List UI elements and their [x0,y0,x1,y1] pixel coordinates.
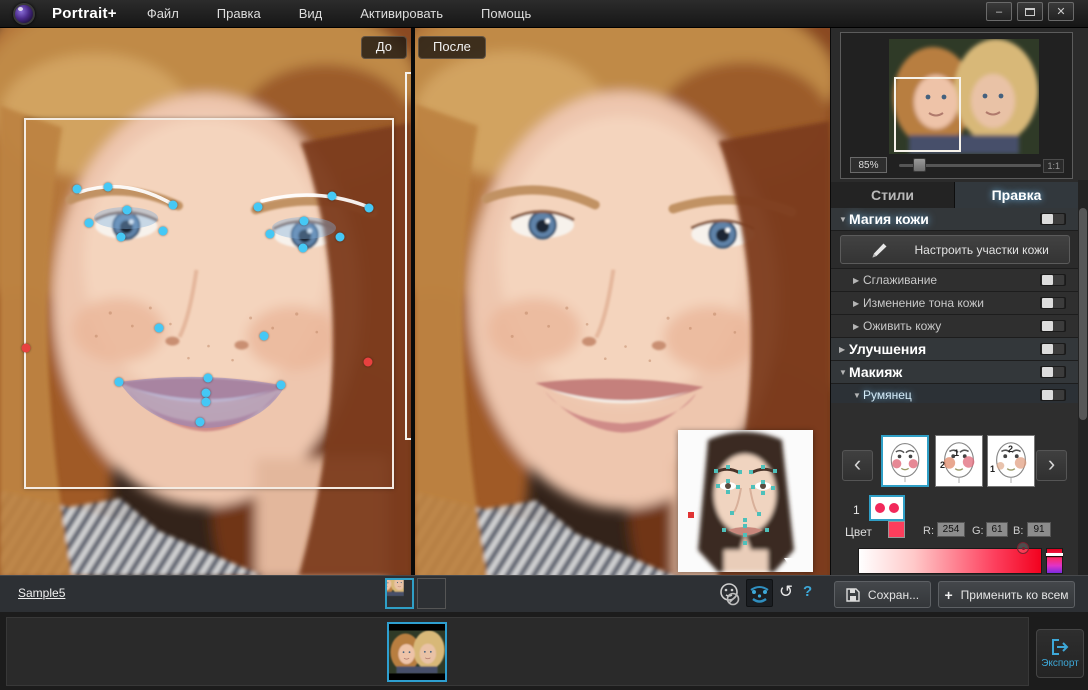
ratio-1-1-button[interactable]: 1:1 [1043,159,1064,173]
filename-link[interactable]: Sample5 [18,586,65,600]
adjust-skin-row: Настроить участки кожи [831,231,1078,269]
filmstrip-track [6,617,1029,686]
chevron-down-icon: ▼ [839,368,849,377]
export-icon [1050,638,1070,656]
window-controls: – ✕ [986,2,1074,21]
tab-edit[interactable]: Правка [955,182,1078,208]
after-panel[interactable]: После [415,28,830,575]
face-thumbnail-1[interactable] [385,578,414,609]
zoom-slider[interactable] [899,164,1041,167]
b-label: B: [1013,525,1023,537]
save-icon [846,588,860,602]
hue-strip[interactable] [1046,548,1063,574]
chevron-right-icon: ▶ [853,276,863,285]
before-badge: До [361,36,407,59]
reset-icon[interactable]: ↺ [779,582,793,602]
brush-icon [871,241,889,259]
minimize-icon: – [996,6,1002,18]
hue-marker[interactable] [1046,553,1063,556]
revive-skin-toggle[interactable] [1040,320,1066,332]
carousel-next-button[interactable]: › [1036,450,1067,481]
b-value-field[interactable]: 91 [1027,522,1051,537]
hide-landmarks-icon[interactable] [717,581,743,607]
blush-pattern-swatch[interactable] [869,495,905,521]
save-button[interactable]: Сохран... [834,581,931,608]
saturation-gradient-bar[interactable] [858,548,1042,574]
blush-style-1-preview [883,437,927,485]
blush-toggle[interactable] [1040,389,1066,401]
r-label: R: [923,525,934,537]
sidebar-scrollbar-thumb[interactable] [1079,208,1087,420]
canvas-area: До После [0,28,830,575]
sidebar-tabs: Стили Правка [831,182,1078,208]
blush-style-3[interactable]: 2 1 [987,435,1035,487]
makeup-guide-overlay[interactable] [678,430,813,572]
close-icon: ✕ [1056,5,1065,18]
navigator-panel: 85% 1:1 [840,32,1073,179]
face-thumbnail-2[interactable] [417,578,446,609]
filmstrip-bar: Экспорт [0,612,1088,690]
chevron-right-icon: ▶ [853,299,863,308]
tab-styles[interactable]: Стили [831,182,955,208]
chevron-right-icon: ▶ [839,345,849,354]
blush-style-1[interactable] [881,435,929,487]
r-value-field[interactable]: 254 [937,522,965,537]
zoom-slider-handle[interactable] [913,158,926,172]
portrait-plus-window: Portrait+ Файл Правка Вид Активировать П… [0,0,1088,690]
g-label: G: [972,525,984,537]
section-smoothing[interactable]: ▶ Сглаживание [831,269,1078,292]
status-bar: Sample5 ↺ ? [0,575,1088,612]
sidebar-scrollbar[interactable] [1078,180,1088,575]
skin-magic-toggle[interactable] [1040,213,1066,225]
section-makeup[interactable]: ▼ Макияж [831,361,1078,384]
navigator-selection-box[interactable] [894,77,961,152]
help-icon[interactable]: ? [803,583,812,600]
app-title: Portrait+ [52,5,117,22]
skin-tone-toggle[interactable] [1040,297,1066,309]
makeup-toggle[interactable] [1040,366,1066,378]
blush-editor: ‹ 1 2 2 1 › 1 Цвет R: 254 G: [831,403,1078,575]
before-panel[interactable]: До [0,28,411,575]
enhancements-toggle[interactable] [1040,343,1066,355]
section-skin-tone[interactable]: ▶ Изменение тона кожи [831,292,1078,315]
chevron-down-icon: ▼ [839,215,849,224]
menu-help[interactable]: Помощь [479,3,533,24]
plus-icon: + [944,587,952,603]
color-swatch[interactable] [888,521,905,538]
face-selection-frame[interactable] [24,118,394,489]
close-button[interactable]: ✕ [1048,2,1074,21]
show-landmarks-icon [747,580,772,606]
zoom-percent: 85% [850,157,887,173]
show-landmarks-button[interactable] [746,579,773,607]
g-value-field[interactable]: 61 [986,522,1008,537]
chevron-down-icon: ▼ [853,391,863,400]
carousel-prev-button[interactable]: ‹ [842,450,873,481]
maximize-icon [1025,8,1035,16]
menu-bar: Portrait+ Файл Правка Вид Активировать П… [0,0,1088,28]
menu-view[interactable]: Вид [297,3,325,24]
menu-file[interactable]: Файл [145,3,181,24]
menu-activate[interactable]: Активировать [358,3,445,24]
blush-index-label: 1 [853,503,860,517]
section-enhancements[interactable]: ▶ Улучшения [831,338,1078,361]
section-skin-magic[interactable]: ▼ Магия кожи [831,208,1078,231]
color-label: Цвет [845,525,872,539]
after-badge: После [418,36,486,59]
apply-to-all-button[interactable]: + Применить ко всем [938,581,1075,608]
app-logo-icon [10,2,40,26]
maximize-button[interactable] [1017,2,1043,21]
menu-edit[interactable]: Правка [215,3,263,24]
filmstrip-thumbnail[interactable] [387,622,447,682]
smoothing-toggle[interactable] [1040,274,1066,286]
blush-style-2[interactable]: 1 2 [935,435,983,487]
section-revive-skin[interactable]: ▶ Оживить кожу [831,315,1078,338]
section-list: ▼ Магия кожи Настроить участки кожи ▶ Сг… [831,208,1078,407]
sidebar: 85% 1:1 Стили Правка ▼ Магия кожи Настро… [830,28,1088,575]
minimize-button[interactable]: – [986,2,1012,21]
adjust-skin-button[interactable]: Настроить участки кожи [840,235,1070,264]
chevron-right-icon: ▶ [853,322,863,331]
gradient-marker[interactable] [1017,542,1029,554]
export-button[interactable]: Экспорт [1036,629,1084,678]
menu-items: Файл Правка Вид Активировать Помощь [145,3,533,24]
